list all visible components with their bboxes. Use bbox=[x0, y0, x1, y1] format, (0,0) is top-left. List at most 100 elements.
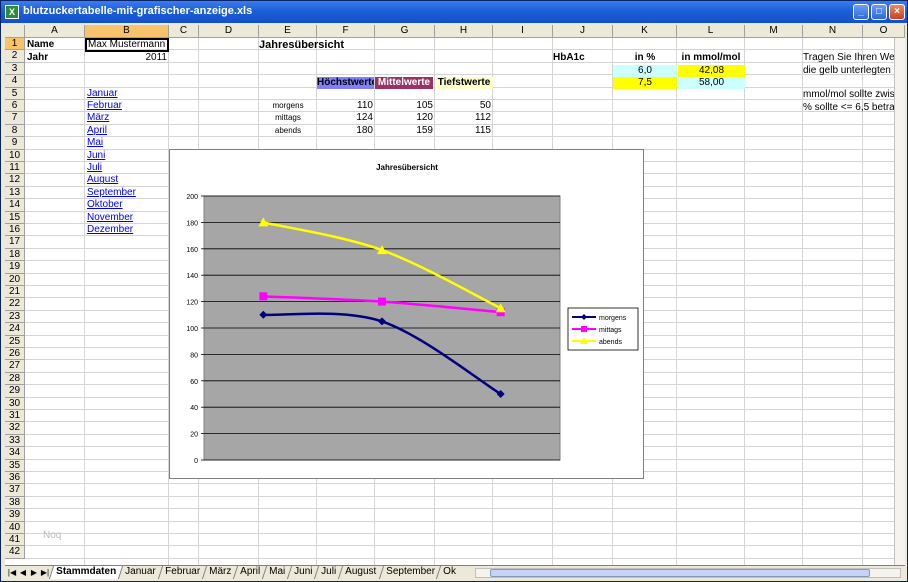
sheet-tab-9[interactable]: September bbox=[378, 566, 441, 579]
row-header-14[interactable]: 14 bbox=[5, 199, 25, 212]
cell-l4[interactable]: 58,00 bbox=[678, 77, 745, 89]
row-header-9[interactable]: 9 bbox=[5, 137, 25, 150]
month-link-6[interactable]: Juli bbox=[87, 162, 167, 174]
next-sheet-icon[interactable]: ▶ bbox=[29, 567, 39, 579]
cell-b1-active[interactable]: Max Mustermann bbox=[85, 38, 169, 52]
column-header-o[interactable]: O bbox=[863, 25, 905, 38]
sheet-tab-2[interactable]: Februar bbox=[157, 566, 206, 579]
table-cell[interactable]: 110 bbox=[317, 100, 373, 112]
cell-l2[interactable]: in mmol/mol bbox=[677, 52, 745, 64]
horizontal-scroll-thumb[interactable] bbox=[490, 569, 870, 577]
cell-e1[interactable]: Jahresübersicht bbox=[259, 39, 379, 51]
row-header-3[interactable]: 3 bbox=[5, 62, 25, 76]
row-header-1[interactable]: 1 bbox=[5, 38, 25, 51]
horizontal-scrollbar[interactable] bbox=[475, 568, 901, 578]
row-header-35[interactable]: 35 bbox=[5, 459, 25, 472]
month-link-3[interactable]: April bbox=[87, 125, 167, 137]
row-header-15[interactable]: 15 bbox=[5, 211, 25, 224]
month-link-0[interactable]: Januar bbox=[87, 88, 167, 100]
table-cell[interactable]: 159 bbox=[375, 125, 433, 137]
row-header-39[interactable]: 39 bbox=[5, 509, 25, 522]
row-header-26[interactable]: 26 bbox=[5, 348, 25, 361]
row-header-41[interactable]: 41 bbox=[5, 534, 25, 547]
sheet-tab-0[interactable]: Stammdaten bbox=[48, 566, 123, 579]
column-header-j[interactable]: J bbox=[553, 25, 613, 38]
month-link-2[interactable]: März bbox=[87, 112, 167, 124]
row-header-2[interactable]: 2 bbox=[5, 50, 25, 63]
row-header-21[interactable]: 21 bbox=[5, 286, 25, 299]
table-cell[interactable]: 112 bbox=[435, 112, 491, 124]
table-cell[interactable]: 120 bbox=[375, 112, 433, 124]
cell-n5[interactable]: mmol/mol sollte zwis bbox=[803, 89, 899, 101]
table-cell[interactable]: 50 bbox=[435, 100, 491, 112]
row-header-19[interactable]: 19 bbox=[5, 261, 25, 274]
row-header-37[interactable]: 37 bbox=[5, 484, 25, 497]
month-link-7[interactable]: August bbox=[87, 174, 167, 186]
sheet-tab-4[interactable]: April bbox=[232, 566, 266, 579]
month-link-11[interactable]: Dezember bbox=[87, 224, 167, 236]
header-mittelwerte[interactable]: Mittelwerte bbox=[375, 77, 433, 89]
header-tiefstwerte[interactable]: Tiefstwerte bbox=[435, 77, 493, 89]
vertical-scrollbar[interactable] bbox=[894, 38, 905, 565]
first-sheet-icon[interactable]: |◀ bbox=[7, 567, 17, 579]
row-header-16[interactable]: 16 bbox=[5, 224, 25, 237]
row-header-33[interactable]: 33 bbox=[5, 434, 25, 448]
month-link-10[interactable]: November bbox=[87, 212, 167, 224]
maximize-button[interactable]: □ bbox=[871, 4, 887, 20]
table-row-label[interactable]: abends bbox=[259, 125, 317, 137]
minimize-button[interactable]: _ bbox=[853, 4, 869, 20]
table-row-label[interactable]: mittags bbox=[259, 112, 317, 124]
table-cell[interactable]: 115 bbox=[435, 125, 491, 137]
column-header-f[interactable]: F bbox=[317, 25, 375, 38]
excel-icon[interactable]: X bbox=[5, 5, 19, 19]
month-link-5[interactable]: Juni bbox=[87, 150, 167, 162]
cell-n6[interactable]: % sollte <= 6,5 betra bbox=[803, 102, 899, 114]
cell-k2[interactable]: in % bbox=[613, 52, 677, 64]
row-header-6[interactable]: 6 bbox=[5, 100, 25, 113]
column-header-e[interactable]: E bbox=[259, 25, 317, 38]
column-header-n[interactable]: N bbox=[803, 25, 863, 38]
close-button[interactable]: × bbox=[889, 4, 905, 20]
row-header-8[interactable]: 8 bbox=[5, 124, 25, 138]
select-all-corner[interactable] bbox=[5, 25, 25, 38]
cell-b2[interactable]: 2011 bbox=[85, 52, 167, 64]
cell-n2[interactable]: Tragen Sie Ihren Wer bbox=[803, 52, 899, 64]
header-hoechstwerte[interactable]: Höchstwerte bbox=[317, 77, 374, 89]
column-header-d[interactable]: D bbox=[199, 25, 259, 38]
row-header-36[interactable]: 36 bbox=[5, 472, 25, 485]
row-header-18[interactable]: 18 bbox=[5, 248, 25, 262]
row-header-7[interactable]: 7 bbox=[5, 112, 25, 125]
column-header-i[interactable]: I bbox=[493, 25, 553, 38]
row-header-20[interactable]: 20 bbox=[5, 273, 25, 286]
column-header-h[interactable]: H bbox=[435, 25, 493, 38]
cell-a1[interactable]: Name bbox=[27, 39, 85, 51]
row-header-11[interactable]: 11 bbox=[5, 162, 25, 175]
cell-l3[interactable]: 42,08 bbox=[678, 65, 745, 77]
row-header-22[interactable]: 22 bbox=[5, 298, 25, 311]
table-cell[interactable]: 105 bbox=[375, 100, 433, 112]
column-header-l[interactable]: L bbox=[677, 25, 745, 38]
row-header-29[interactable]: 29 bbox=[5, 385, 25, 398]
table-cell[interactable]: 124 bbox=[317, 112, 373, 124]
cell-j2[interactable]: HbA1c bbox=[553, 52, 613, 64]
row-header-10[interactable]: 10 bbox=[5, 149, 25, 162]
table-cell[interactable]: 180 bbox=[317, 125, 373, 137]
row-header-5[interactable]: 5 bbox=[5, 87, 25, 100]
row-header-31[interactable]: 31 bbox=[5, 410, 25, 423]
row-header-32[interactable]: 32 bbox=[5, 422, 25, 435]
row-header-23[interactable]: 23 bbox=[5, 310, 25, 324]
sheet-tab-1[interactable]: Januar bbox=[117, 566, 162, 579]
row-header-24[interactable]: 24 bbox=[5, 323, 25, 336]
column-header-g[interactable]: G bbox=[375, 25, 435, 38]
cell-n3[interactable]: die gelb unterlegten Z bbox=[803, 65, 899, 77]
row-header-34[interactable]: 34 bbox=[5, 447, 25, 460]
row-header-4[interactable]: 4 bbox=[5, 75, 25, 88]
row-header-40[interactable]: 40 bbox=[5, 521, 25, 534]
row-header-30[interactable]: 30 bbox=[5, 397, 25, 410]
column-header-b[interactable]: B bbox=[85, 25, 169, 38]
row-header-17[interactable]: 17 bbox=[5, 236, 25, 249]
cell-a2[interactable]: Jahr bbox=[27, 52, 85, 64]
table-row-label[interactable]: morgens bbox=[259, 100, 317, 112]
column-header-m[interactable]: M bbox=[745, 25, 803, 38]
row-header-13[interactable]: 13 bbox=[5, 186, 25, 200]
